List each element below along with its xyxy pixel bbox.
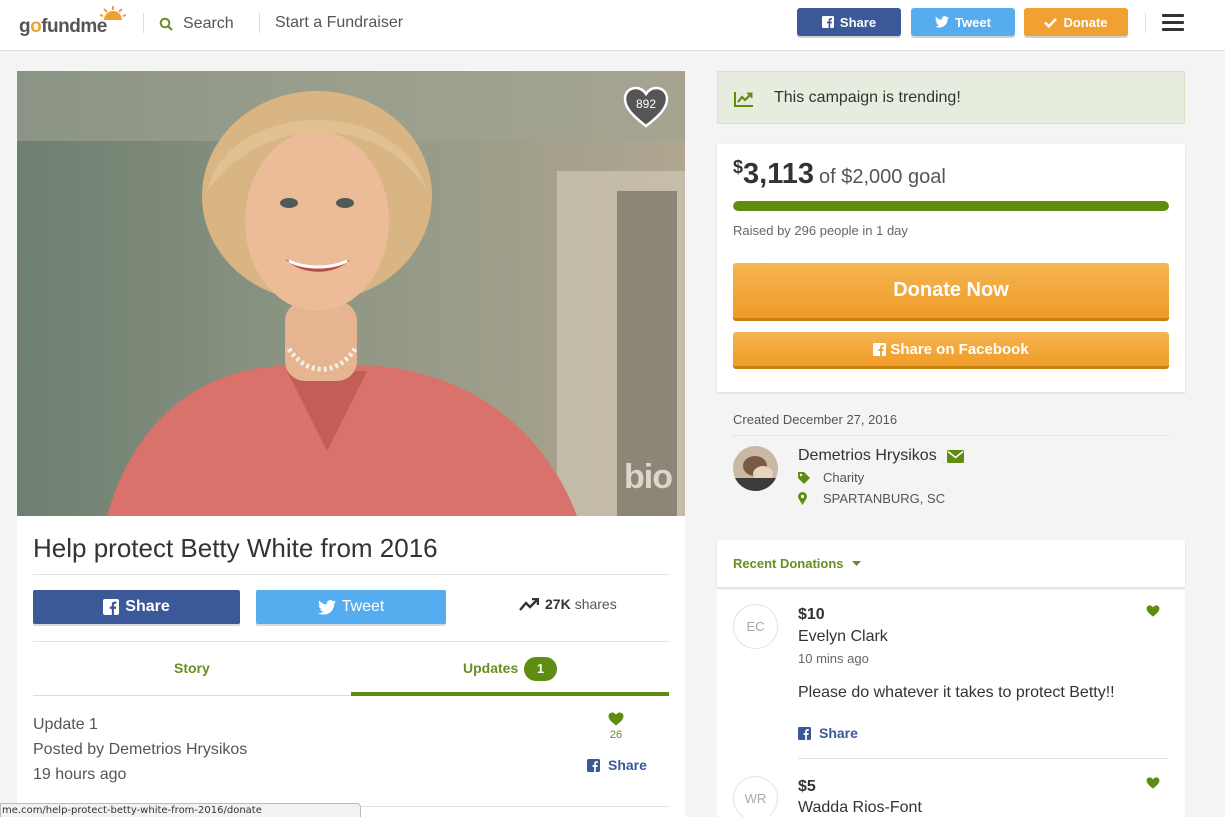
- donation-share-button[interactable]: Share: [798, 725, 858, 741]
- update-share-button[interactable]: Share: [587, 757, 647, 773]
- top-navbar: gofundme Search Start a Fundraiser Share…: [0, 0, 1225, 51]
- donor-initials-avatar: EC: [733, 604, 778, 649]
- donor-initials-avatar: WR: [733, 776, 778, 817]
- header-share-label: Share: [839, 14, 877, 30]
- tab-updates[interactable]: Updates: [463, 660, 518, 676]
- raised-by-text: Raised by 296 people in 1 day: [733, 223, 908, 238]
- campaign-title: Help protect Betty White from 2016: [33, 533, 438, 563]
- update-time: 19 hours ago: [33, 766, 127, 783]
- trending-chart-icon: [734, 92, 753, 107]
- search-label: Search: [183, 15, 234, 32]
- header-donate-label: Donate: [1063, 14, 1108, 30]
- donation-message: Please do whatever it takes to protect B…: [798, 684, 1115, 701]
- donor-name: Wadda Rios-Font: [798, 799, 922, 816]
- tweet-button[interactable]: Tweet: [256, 590, 446, 624]
- header-donate-button[interactable]: Donate: [1024, 8, 1128, 36]
- header-divider: [259, 13, 260, 33]
- facebook-icon: [587, 758, 600, 772]
- header-tweet-button[interactable]: Tweet: [911, 8, 1015, 36]
- facebook-share-button[interactable]: Share: [33, 590, 240, 624]
- location-text: SPARTANBURG, SC: [823, 491, 946, 506]
- created-date: Created December 27, 2016: [733, 412, 898, 427]
- header-divider: [1145, 13, 1146, 33]
- raised-amount: 3,113: [743, 158, 814, 190]
- shares-label: shares: [574, 596, 617, 612]
- donations-list: [717, 590, 1185, 817]
- facebook-share-label: Share: [125, 598, 170, 615]
- shares-counter: 27K shares: [519, 596, 617, 612]
- donation-amount: $10: [798, 606, 825, 623]
- facebook-icon: [873, 342, 887, 356]
- organizer-avatar[interactable]: [733, 446, 778, 491]
- donation-amount: $5: [798, 778, 816, 795]
- organizer-name-text: Demetrios Hrysikos: [798, 447, 937, 464]
- divider: [33, 641, 669, 642]
- map-pin-icon: [798, 492, 823, 505]
- trending-banner: This campaign is trending!: [717, 71, 1185, 124]
- twitter-icon: [317, 599, 336, 615]
- organizer-name[interactable]: Demetrios Hrysikos: [798, 447, 964, 465]
- header-tweet-label: Tweet: [955, 14, 991, 30]
- twitter-icon: [935, 16, 950, 28]
- logo-wordmark: gofundme: [19, 16, 107, 37]
- share-on-facebook-label: Share on Facebook: [890, 340, 1029, 358]
- update-heading: Update 1: [33, 716, 98, 733]
- progress-fill: [733, 201, 1169, 211]
- heart-count: 892: [635, 97, 657, 111]
- divider: [733, 435, 1169, 436]
- donate-now-button[interactable]: Donate Now: [733, 263, 1169, 318]
- donation-share-label: Share: [819, 725, 858, 741]
- checkmark-icon: [1044, 17, 1058, 28]
- caret-down-icon: [851, 560, 861, 566]
- donation-time: 10 mins ago: [798, 651, 869, 666]
- update-author: Posted by Demetrios Hrysikos: [33, 741, 248, 758]
- gofundme-logo[interactable]: gofundme: [18, 6, 128, 42]
- organizer-category: Charity: [798, 470, 864, 485]
- tab-baseline: [33, 695, 351, 696]
- search-link[interactable]: Search: [159, 14, 234, 34]
- search-icon: [159, 17, 173, 31]
- active-tab-indicator: [351, 692, 669, 696]
- recent-donations-label: Recent Donations: [733, 556, 844, 571]
- tag-icon: [798, 471, 823, 484]
- hamburger-menu-icon[interactable]: [1162, 14, 1184, 32]
- donation-heart-icon[interactable]: [1146, 604, 1160, 622]
- trending-up-icon: [519, 597, 539, 611]
- goal-text: of $2,000 goal: [819, 166, 946, 188]
- update-share-label: Share: [608, 757, 647, 773]
- amount-raised: $ 3,113 of $2,000 goal: [733, 157, 946, 191]
- tweet-label: Tweet: [341, 598, 385, 615]
- share-on-facebook-button[interactable]: Share on Facebook: [733, 332, 1169, 366]
- campaign-photo: [17, 71, 685, 516]
- donor-name: Evelyn Clark: [798, 628, 888, 645]
- header-divider: [143, 13, 144, 33]
- shares-count: 27K: [545, 596, 571, 612]
- update-likes: 26: [609, 729, 623, 741]
- progress-bar: [733, 201, 1169, 211]
- photo-watermark: bio: [624, 458, 673, 496]
- browser-status-url: me.com/help-protect-betty-white-from-201…: [0, 803, 361, 817]
- divider: [798, 758, 1169, 759]
- header-share-button[interactable]: Share: [797, 8, 901, 36]
- currency-symbol: $: [733, 157, 744, 177]
- trending-text: This campaign is trending!: [774, 89, 961, 106]
- facebook-icon: [821, 16, 834, 28]
- donation-heart-icon[interactable]: [1146, 776, 1160, 794]
- category-text: Charity: [823, 470, 865, 485]
- envelope-icon[interactable]: [946, 449, 964, 463]
- organizer-location: SPARTANBURG, SC: [798, 491, 945, 506]
- recent-donations-dropdown[interactable]: Recent Donations: [733, 556, 861, 571]
- tab-story[interactable]: Story: [174, 660, 210, 676]
- start-fundraiser-link[interactable]: Start a Fundraiser: [275, 14, 403, 32]
- facebook-icon: [798, 726, 811, 740]
- divider: [33, 574, 669, 575]
- updates-count-badge: 1: [524, 657, 557, 681]
- facebook-icon: [103, 599, 120, 615]
